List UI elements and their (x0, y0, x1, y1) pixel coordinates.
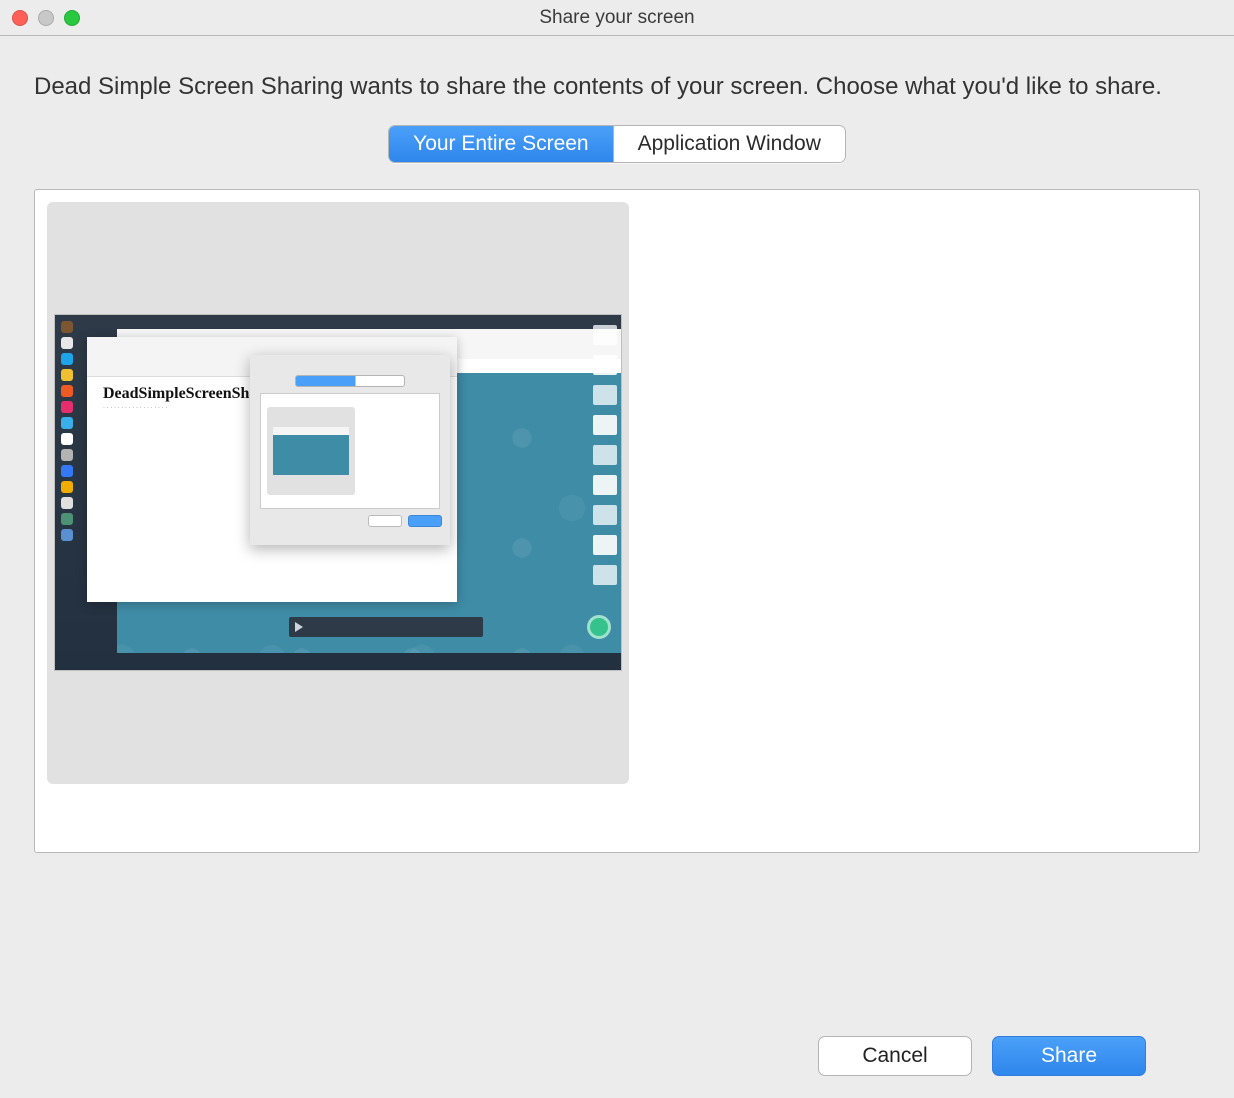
dialog-footer: Cancel Share (818, 1036, 1146, 1076)
tab-entire-screen[interactable]: Your Entire Screen (389, 126, 613, 162)
source-type-segmented: Your Entire Screen Application Window (34, 125, 1200, 163)
cancel-button[interactable]: Cancel (818, 1036, 972, 1076)
preview-nested-share-dialog (250, 355, 450, 545)
source-picker: DeadSimpleScreenShari · · · · · · · · · … (34, 189, 1200, 853)
share-prompt-text: Dead Simple Screen Sharing wants to shar… (34, 70, 1200, 105)
screen-thumbnail-option[interactable]: DeadSimpleScreenShari · · · · · · · · · … (47, 202, 629, 784)
window-title: Share your screen (0, 7, 1234, 29)
dock-icon-strip (57, 321, 77, 664)
tab-application-window[interactable]: Application Window (613, 126, 845, 162)
desktop-preview-icon: DeadSimpleScreenShari · · · · · · · · · … (55, 315, 621, 670)
video-player-bar-icon (289, 617, 483, 637)
dialog-content: Dead Simple Screen Sharing wants to shar… (0, 36, 1234, 853)
titlebar: Share your screen (0, 0, 1234, 36)
desktop-files-column (593, 325, 617, 660)
share-button[interactable]: Share (992, 1036, 1146, 1076)
